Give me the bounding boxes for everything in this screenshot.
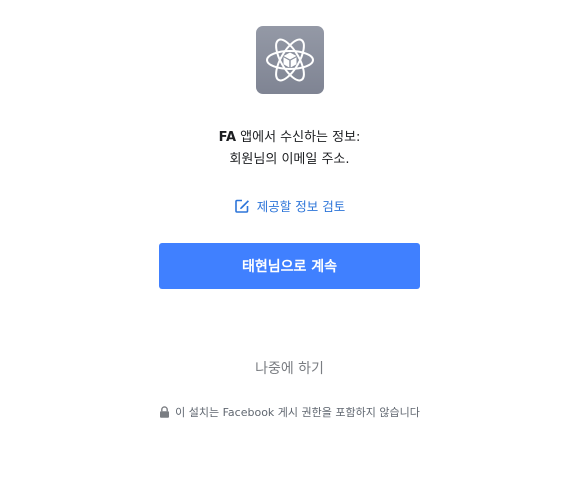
atom-cube-icon	[266, 38, 314, 82]
edit-icon	[234, 198, 250, 214]
app-name: FA	[218, 130, 237, 145]
permissions-detail: 회원님의 이메일 주소.	[229, 152, 350, 167]
app-icon	[256, 26, 324, 94]
later-button[interactable]: 나중에 하기	[0, 358, 579, 380]
lock-icon	[159, 406, 170, 418]
continue-button[interactable]: 태현님으로 계속	[159, 243, 420, 289]
footer-note-text: 이 설치는 Facebook 게시 권한을 포함하지 않습니다	[175, 406, 420, 419]
footer-note: 이 설치는 Facebook 게시 권한을 포함하지 않습니다	[0, 404, 579, 420]
review-info-link[interactable]: 제공할 정보 검토	[0, 196, 579, 215]
permissions-heading-suffix: 앱에서 수신하는 정보:	[236, 130, 361, 145]
permissions-heading: FA 앱에서 수신하는 정보:	[0, 128, 579, 148]
review-info-label: 제공할 정보 검토	[256, 199, 346, 214]
